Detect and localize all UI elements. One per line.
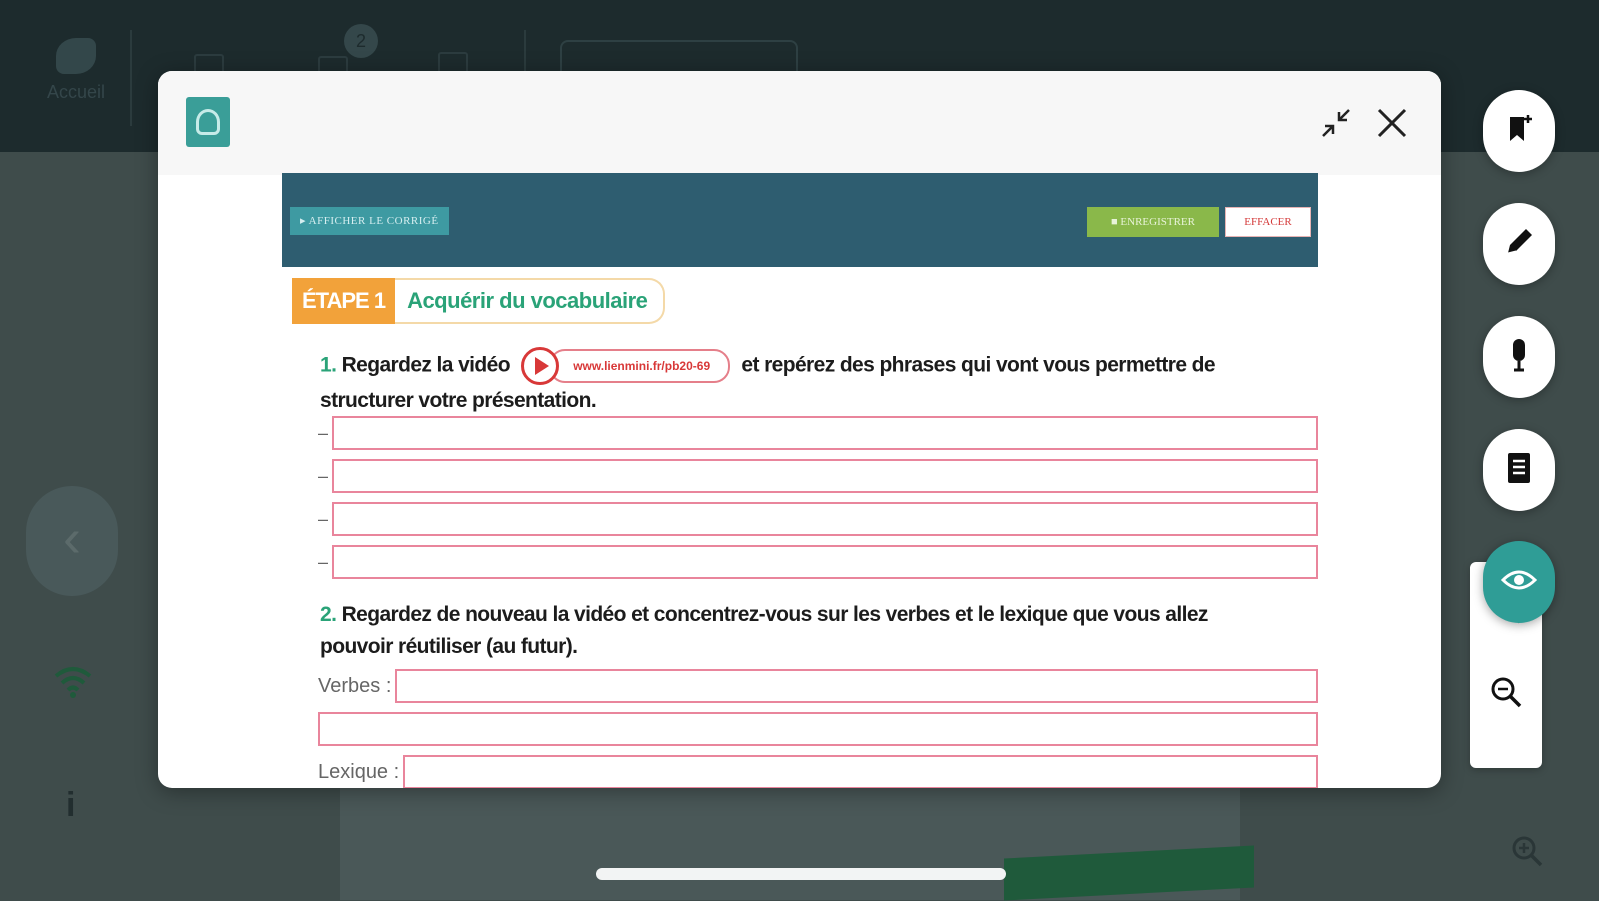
background-zoom-in-icon [1510, 834, 1544, 876]
home-label: Accueil [46, 82, 106, 102]
save-label: ENREGISTRER [1120, 216, 1195, 228]
pencil-icon [1502, 225, 1536, 264]
collapse-icon[interactable] [1312, 99, 1360, 147]
zoom-out-button[interactable] [1484, 672, 1528, 716]
notification-badge: 2 [344, 24, 378, 58]
lexique-field[interactable] [403, 755, 1318, 788]
question-2: 2. Regardez de nouveau la vidéo et conce… [320, 599, 1240, 663]
verbes-row: Verbes : [318, 669, 1318, 703]
notes-tool-button[interactable] [1483, 429, 1555, 511]
home-nav-item[interactable]: Accueil [36, 38, 116, 103]
answer-field-1[interactable] [332, 416, 1318, 450]
show-correction-button[interactable]: ▸ AFFICHER LE CORRIGÉ [290, 207, 449, 235]
modal-header [158, 71, 1441, 175]
answer-row: – [318, 502, 1318, 536]
wifi-icon [54, 664, 92, 702]
home-leaf-icon [56, 38, 96, 74]
app-logo-icon [186, 97, 230, 147]
notes-icon [1505, 451, 1533, 490]
lexique-row: Lexique : [318, 755, 1318, 788]
divider [130, 30, 132, 126]
step-title: Acquérir du vocabulaire [395, 278, 666, 324]
question-2-text: Regardez de nouveau la vidéo et concentr… [320, 603, 1208, 658]
step-header: ÉTAPE 1 Acquérir du vocabulaire [292, 278, 666, 324]
save-icon: ■ [1111, 216, 1121, 228]
document-viewer-modal: ▸ AFFICHER LE CORRIGÉ ■ ENREGISTRER EFFA… [158, 71, 1441, 788]
bookmark-tool-button[interactable] [1483, 90, 1555, 172]
dash: – [318, 465, 329, 486]
dash: – [318, 551, 329, 572]
video-link[interactable]: www.lienmini.fr/pb20-69 [521, 347, 731, 385]
answer-field-4[interactable] [332, 545, 1318, 579]
eye-icon [1500, 568, 1538, 597]
answer-row: – [318, 416, 1318, 450]
verbes-field-2[interactable] [318, 712, 1318, 746]
bookmark-icon [1504, 113, 1534, 150]
answer-field-3[interactable] [332, 502, 1318, 536]
answer-field-2[interactable] [332, 459, 1318, 493]
microphone-tool-button[interactable] [1483, 316, 1555, 398]
dash: – [318, 422, 329, 443]
answer-row: – [318, 545, 1318, 579]
question-1-text-before: Regardez la vidéo [341, 353, 511, 377]
lexique-label: Lexique : [318, 760, 400, 783]
previous-page-button[interactable]: ‹ [26, 486, 118, 596]
verbes-field[interactable] [395, 669, 1318, 703]
step-label: ÉTAPE 1 [292, 278, 396, 324]
info-icon[interactable]: i [66, 786, 75, 825]
play-small-icon: ▸ [300, 215, 309, 227]
play-video-icon [521, 347, 560, 385]
microphone-icon [1506, 337, 1532, 378]
zoom-out-icon [1489, 675, 1523, 714]
verbes-label: Verbes : [318, 674, 392, 697]
question-1: 1. Regardez la vidéo www.lienmini.fr/pb2… [320, 347, 1240, 417]
close-icon[interactable] [1368, 99, 1416, 147]
erase-button[interactable]: EFFACER [1225, 207, 1311, 237]
verbes-row-2 [318, 712, 1318, 746]
document-page: ▸ AFFICHER LE CORRIGÉ ■ ENREGISTRER EFFA… [282, 173, 1318, 788]
show-correction-label: AFFICHER LE CORRIGÉ [308, 215, 439, 227]
answer-row: – [318, 459, 1318, 493]
question-2-number: 2. [320, 603, 337, 626]
question-1-number: 1. [320, 353, 337, 377]
exercise-toolbar: ▸ AFFICHER LE CORRIGÉ ■ ENREGISTRER EFFA… [282, 173, 1318, 267]
dash: – [318, 508, 329, 529]
eye-tool-button[interactable] [1483, 541, 1555, 623]
video-link-url: www.lienmini.fr/pb20-69 [549, 349, 731, 383]
home-indicator[interactable] [596, 868, 1006, 880]
pencil-tool-button[interactable] [1483, 203, 1555, 285]
save-button[interactable]: ■ ENREGISTRER [1087, 207, 1219, 237]
